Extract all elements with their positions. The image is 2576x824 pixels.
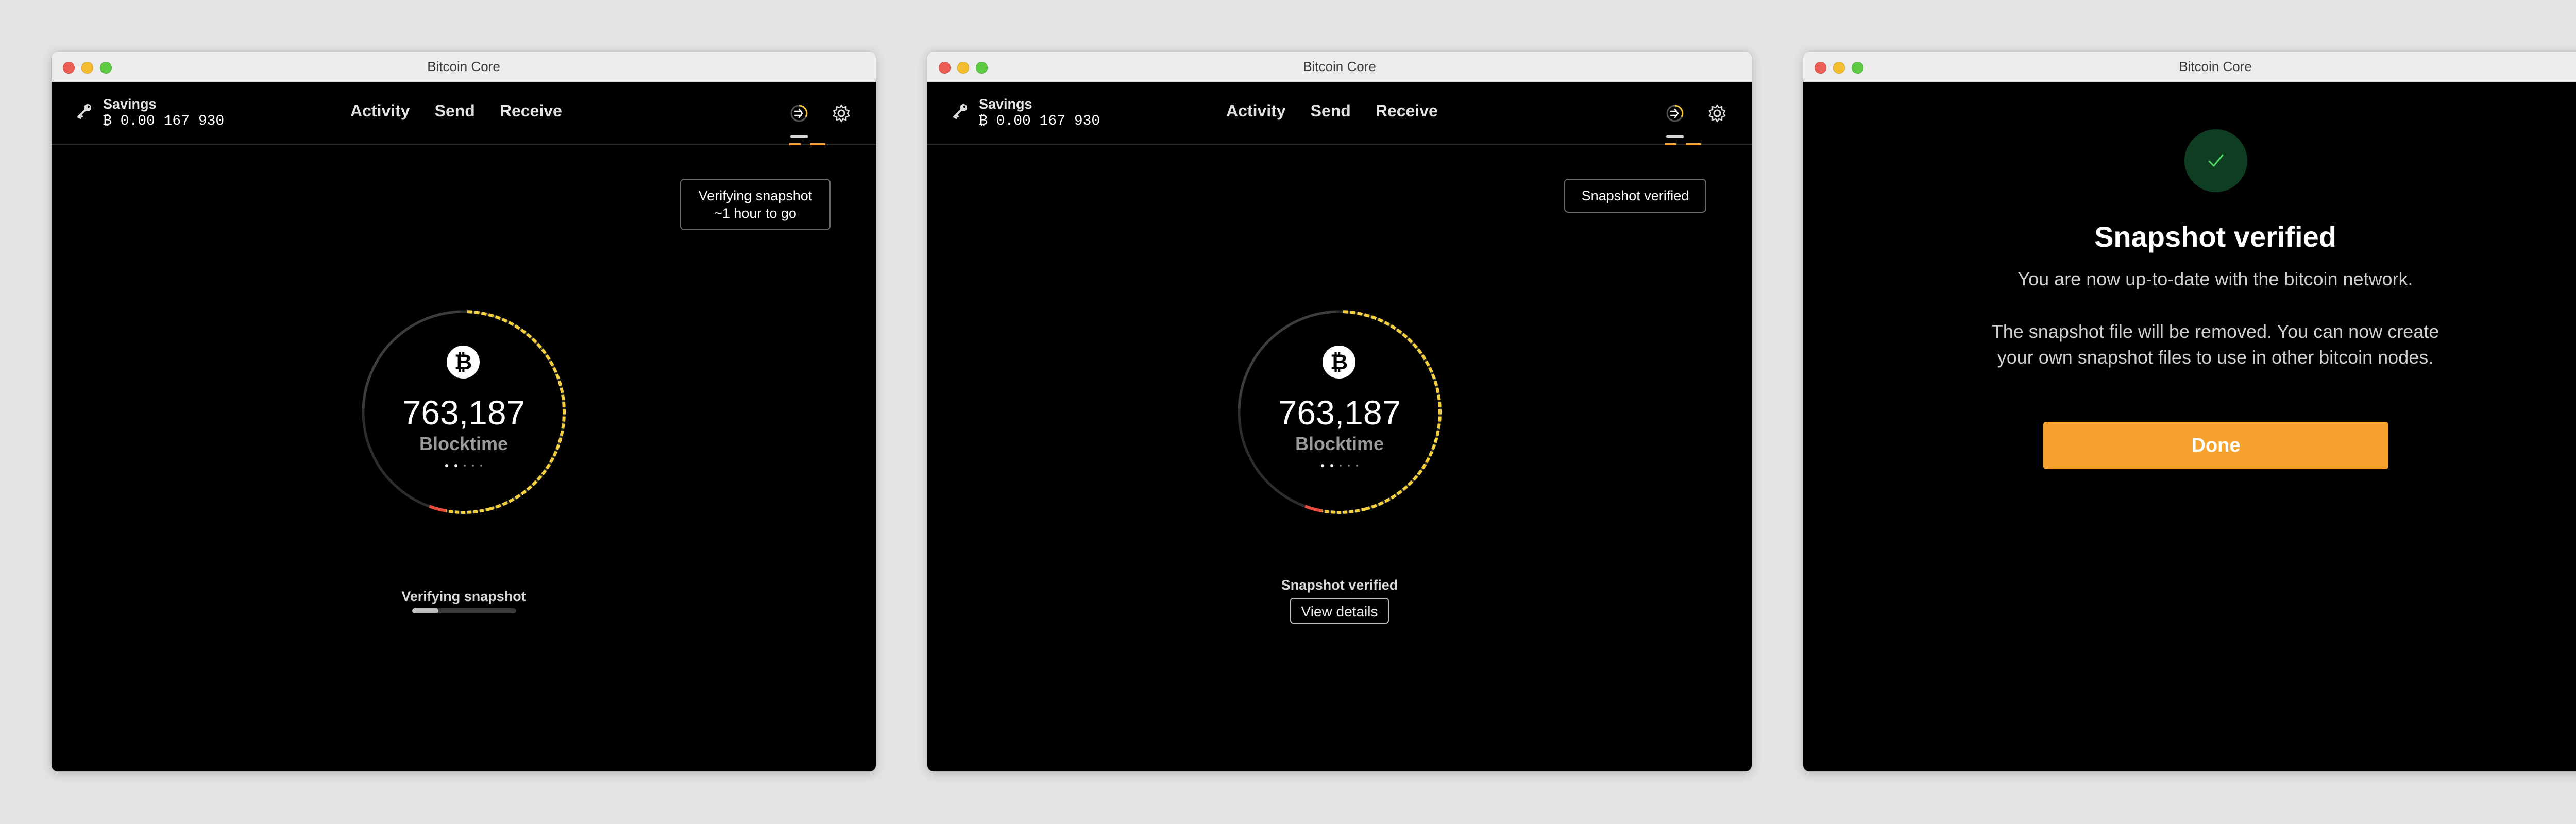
block-clock-dial: ₿ 763,187 Blocktime [1235,307,1444,517]
nav-activity[interactable]: Activity [1226,101,1286,121]
verification-status: Verifying snapshot [401,589,526,604]
minimize-window-button[interactable] [957,62,969,74]
block-clock-icon [1666,105,1684,122]
window-title: Bitcoin Core [2179,58,2252,74]
nav-receive[interactable]: Receive [1376,101,1438,121]
tooltip-title: Snapshot verified [1581,188,1689,203]
peer-dots [359,464,568,467]
header-actions [785,99,855,138]
wallet-balance: ₿ 0.00 167 930 [979,113,1100,129]
close-window-button[interactable] [939,62,951,74]
wallet-info: Savings ₿ 0.00 167 930 [979,95,1100,130]
block-label: Blocktime [1295,433,1384,454]
minimize-window-button[interactable] [1833,62,1845,74]
title-bar[interactable]: Bitcoin Core [1803,52,2576,82]
block-clock-button[interactable] [1661,99,1689,138]
page-description: The snapshot file will be removed. You c… [1991,321,2439,368]
app-header: Savings ₿ 0.00 167 930 Activity Send Rec… [927,82,1752,145]
app-header: Savings ₿ 0.00 167 930 Activity Send Rec… [52,82,876,145]
window-controls [63,62,112,74]
peer-dots [1235,464,1444,467]
view-details-button[interactable]: View details [1290,598,1389,624]
close-window-button[interactable] [1815,62,1826,74]
nav-receive[interactable]: Receive [500,101,562,121]
block-label: Blocktime [419,433,509,454]
block-height: 763,187 [402,393,526,432]
block-height: 763,187 [1278,393,1401,432]
main-nav: Activity Send Receive [350,101,562,121]
sync-tooltip: Snapshot verified [1564,179,1706,213]
title-bar[interactable]: Bitcoin Core [927,52,1752,82]
wallet-info: Savings ₿ 0.00 167 930 [103,95,224,130]
verification-progress-bar [412,608,516,613]
settings-button[interactable] [827,99,855,127]
main-nav: Activity Send Receive [1226,101,1438,121]
tooltip-eta: ~1 hour to go [714,205,796,221]
wallet-selector[interactable]: Savings ₿ 0.00 167 930 [75,95,224,130]
title-bar[interactable]: Bitcoin Core [52,52,876,82]
maximize-window-button[interactable] [976,62,988,74]
nav-send[interactable]: Send [1311,101,1351,121]
success-badge [2184,129,2247,192]
window-controls [939,62,988,74]
wallet-name: Savings [103,96,157,112]
gear-icon [1708,104,1726,123]
page-title: Snapshot verified [2094,220,2336,253]
header-progress-ticks [789,143,825,145]
nav-activity[interactable]: Activity [350,101,410,121]
wallet-selector[interactable]: Savings ₿ 0.00 167 930 [951,95,1100,130]
sync-tooltip: Verifying snapshot ~1 hour to go [680,179,831,230]
checkmark-icon [2208,154,2224,167]
wallet-balance: ₿ 0.00 167 930 [103,113,225,129]
key-icon [77,104,91,119]
close-window-button[interactable] [63,62,75,74]
window-verified: Bitcoin Core Savings ₿ 0.00 167 930 Acti… [927,52,1752,771]
block-clock-icon [790,105,808,122]
block-clock-dial: ₿ 763,187 Blocktime [359,307,568,517]
minimize-window-button[interactable] [81,62,93,74]
wallet-name: Savings [979,96,1032,112]
key-icon [953,104,967,119]
block-clock-button[interactable] [785,99,813,138]
progress-fill [412,608,438,613]
bitcoin-icon: ₿ [1323,346,1355,379]
window-content: Savings ₿ 0.00 167 930 Activity Send Rec… [52,82,876,771]
settings-button[interactable] [1703,99,1731,127]
dial-center: ₿ 763,187 Blocktime [1235,307,1444,517]
window-done: Bitcoin Core Snapshot verified You are n… [1803,52,2576,771]
window-verifying: Bitcoin Core Savings ₿ 0.00 167 930 Acti… [52,52,876,771]
active-indicator [1666,135,1684,138]
tooltip-title: Verifying snapshot [698,188,812,203]
maximize-window-button[interactable] [1852,62,1863,74]
active-indicator [790,135,808,138]
dial-center: ₿ 763,187 Blocktime [359,307,568,517]
nav-send[interactable]: Send [435,101,475,121]
maximize-window-button[interactable] [100,62,112,74]
window-content: Snapshot verified You are now up-to-date… [1803,82,2576,771]
bitcoin-icon: ₿ [447,346,480,379]
header-actions [1661,99,1731,138]
window-title: Bitcoin Core [1303,58,1376,74]
header-progress-ticks [1665,143,1701,145]
window-content: Savings ₿ 0.00 167 930 Activity Send Rec… [927,82,1752,771]
verification-status: Snapshot verified [1281,577,1398,593]
done-button[interactable]: Done [2043,422,2388,469]
window-title: Bitcoin Core [427,58,500,74]
page-subtitle: You are now up-to-date with the bitcoin … [2018,268,2413,289]
gear-icon [833,104,850,123]
window-controls [1815,62,1863,74]
